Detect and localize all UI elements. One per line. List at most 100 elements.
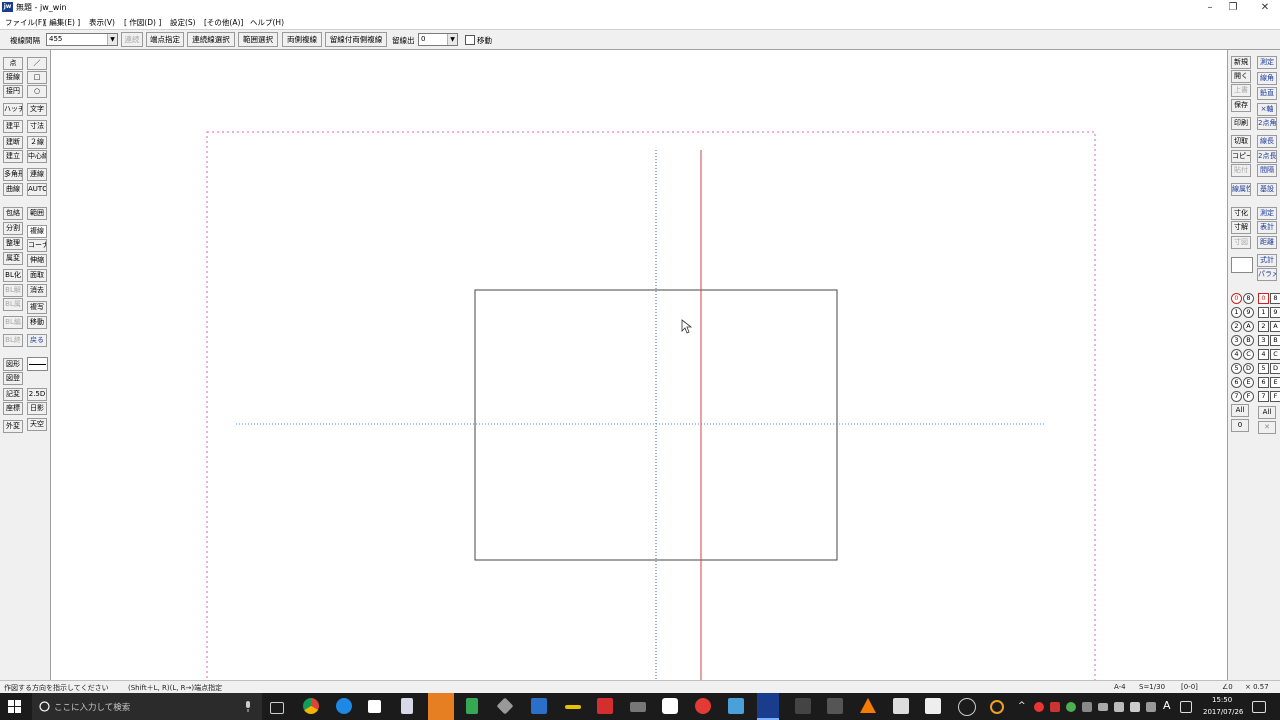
right-tool-b-8[interactable]: 間隔	[1257, 164, 1277, 177]
status-angle[interactable]: ∠0	[1222, 683, 1233, 691]
left-tool-3[interactable]: 接円	[3, 85, 23, 98]
layer-7[interactable]: 7	[1258, 391, 1269, 402]
store-icon[interactable]	[368, 700, 381, 713]
right-tool-b-5[interactable]: 2点角	[1257, 117, 1277, 130]
right-tool-b-9[interactable]: 基設	[1257, 183, 1277, 196]
task-view-icon[interactable]	[270, 702, 284, 714]
layer-group-1[interactable]: 1	[1231, 307, 1242, 318]
right-tool-b-2[interactable]: 線角	[1257, 72, 1277, 85]
layer-C[interactable]: C	[1270, 349, 1280, 360]
both-side-button[interactable]: 両側複線	[282, 32, 322, 47]
image-viewer-icon[interactable]	[925, 698, 941, 714]
layer-group-0[interactable]: 0	[1231, 293, 1242, 304]
layer-group-4[interactable]: 4	[1231, 349, 1242, 360]
layer-group-B[interactable]: B	[1243, 335, 1254, 346]
range-select-button[interactable]: 範囲選択	[238, 32, 278, 47]
layer-F[interactable]: F	[1270, 391, 1280, 402]
status-scale[interactable]: S=1/30	[1139, 683, 1165, 691]
layer-all-button[interactable]: All	[1258, 406, 1276, 419]
menu-draw[interactable]: [ 作図(D) ]	[124, 17, 161, 28]
continuous-button[interactable]: 連続	[121, 32, 143, 47]
right-tool-b-10[interactable]: 測定	[1257, 207, 1277, 220]
left-tool-7[interactable]: 建立	[3, 150, 23, 163]
menu-edit[interactable]: [ 編集(E) ]	[44, 17, 80, 28]
left-tool-10[interactable]: 包絡	[3, 207, 23, 220]
left-tool-12[interactable]: 整理	[3, 237, 23, 250]
photo-icon[interactable]	[531, 698, 547, 714]
clock-app-icon[interactable]	[958, 698, 976, 716]
windows-start-icon[interactable]	[8, 700, 21, 713]
close-icon[interactable]: ✕	[1250, 0, 1280, 15]
left-tool-2[interactable]: 接線	[3, 71, 23, 84]
tray-icon-4[interactable]	[1082, 702, 1092, 712]
right-tool-5[interactable]: 印刷	[1231, 117, 1251, 130]
left-tool-1[interactable]: 点	[3, 57, 23, 70]
right-tool-b-1[interactable]: 測定	[1257, 56, 1277, 69]
layer-D[interactable]: D	[1270, 363, 1280, 374]
layer-9[interactable]: 9	[1270, 307, 1280, 318]
left-tool-b-2[interactable]: □	[27, 71, 47, 84]
layer-A[interactable]: A	[1270, 321, 1280, 332]
right-line-swatch[interactable]	[1231, 257, 1253, 273]
chevron-up-icon[interactable]: ^	[1018, 701, 1026, 711]
ime-indicator[interactable]: A	[1163, 699, 1171, 712]
jw-taskbar-icon[interactable]	[757, 693, 779, 720]
diamond-app-icon[interactable]	[496, 697, 514, 715]
line-style-swatch[interactable]	[27, 357, 48, 371]
menu-help[interactable]: ヘルプ(H)	[250, 17, 284, 28]
left-tool-b-15[interactable]: 消去	[27, 284, 47, 297]
right-tool-2[interactable]: 開く	[1231, 70, 1251, 83]
tray-icon-7[interactable]	[1180, 701, 1192, 713]
left-tool-17[interactable]: BL編	[3, 316, 23, 329]
left-tool-b-4[interactable]: 文字	[27, 103, 47, 116]
volume-icon[interactable]	[1114, 702, 1124, 712]
notification-icon[interactable]	[1252, 701, 1266, 713]
left-tool-b-8[interactable]: 連線	[27, 168, 47, 181]
car-icon[interactable]	[630, 702, 646, 712]
status-layer[interactable]: [0-0]	[1181, 683, 1198, 691]
layer-group-D[interactable]: D	[1243, 363, 1254, 374]
layer-group-C[interactable]: C	[1243, 349, 1254, 360]
right-tool-4[interactable]: 保存	[1231, 99, 1251, 112]
layer-4[interactable]: 4	[1258, 349, 1269, 360]
record-icon[interactable]	[695, 698, 711, 714]
left-tool-b-6[interactable]: ２線	[27, 136, 47, 149]
right-tool-b-3[interactable]: 鉛直	[1257, 87, 1277, 100]
right-tool-b-7[interactable]: 2点長	[1257, 150, 1277, 163]
camera-icon[interactable]	[662, 698, 678, 714]
left-tool-b-1[interactable]: ／	[27, 57, 47, 70]
mail-icon[interactable]	[728, 698, 744, 714]
right-tool-1[interactable]: 新規	[1231, 56, 1251, 69]
clock-time[interactable]: 15:50	[1212, 696, 1232, 704]
right-tool-10[interactable]: 寸化	[1231, 207, 1251, 220]
red-app-icon[interactable]	[597, 698, 613, 714]
left-tool-b-13[interactable]: 伸縮	[27, 254, 47, 267]
layer-group-7[interactable]: 7	[1231, 391, 1242, 402]
right-tool-9[interactable]: 線属性	[1231, 183, 1251, 196]
close-icon[interactable]: ✕	[1258, 421, 1276, 434]
left-tool-b-17[interactable]: 移動	[27, 316, 47, 329]
layer-2[interactable]: 2	[1258, 321, 1269, 332]
right-tool-8[interactable]: 貼付	[1231, 164, 1251, 177]
chrome-icon[interactable]	[303, 698, 319, 714]
right-tool-b-14[interactable]: パラメ	[1257, 268, 1277, 281]
left-tool-16[interactable]: BL属	[3, 298, 23, 311]
left-tool-4[interactable]: ハッチ	[3, 103, 23, 116]
left-tool-6[interactable]: 建断	[3, 136, 23, 149]
layer-3[interactable]: 3	[1258, 335, 1269, 346]
right-tool-6[interactable]: 切取	[1231, 135, 1251, 148]
drawing-canvas[interactable]	[51, 50, 1227, 693]
menu-view[interactable]: 表示(V)	[89, 17, 115, 28]
left-tool-b-11[interactable]: 複線	[27, 225, 47, 238]
menu-file[interactable]: ファイル(F)	[5, 17, 45, 28]
move-checkbox[interactable]	[465, 35, 475, 45]
stopline-both-button[interactable]: 留線付両側複線	[325, 32, 387, 47]
right-tool-b-4[interactable]: ×軸	[1257, 103, 1277, 116]
layer-group-8[interactable]: 8	[1243, 293, 1254, 304]
layer-group-F[interactable]: F	[1243, 391, 1254, 402]
right-tool-7[interactable]: コピー	[1231, 150, 1251, 163]
network-icon[interactable]	[1098, 703, 1108, 711]
play-icon[interactable]	[466, 698, 478, 714]
layer-1[interactable]: 1	[1258, 307, 1269, 318]
left-tool-b-14[interactable]: 面取	[27, 269, 47, 282]
